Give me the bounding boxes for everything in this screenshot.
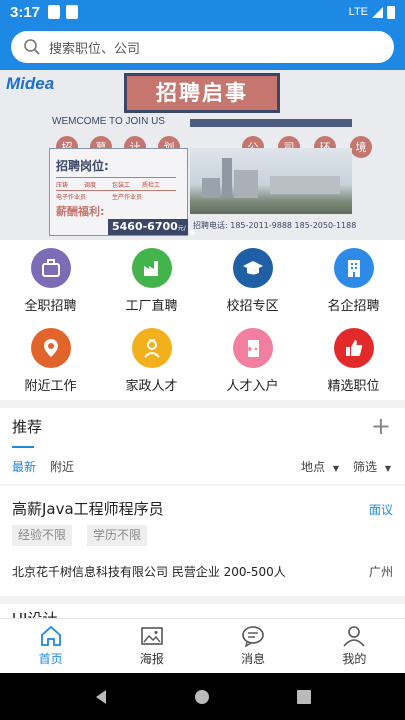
tab-latest[interactable]: 最新	[12, 458, 36, 475]
job-city: 广州	[368, 565, 393, 579]
network-type: LTE	[348, 6, 368, 18]
nav-home[interactable]: 首页	[0, 619, 101, 673]
nav-label: 海报	[139, 652, 164, 666]
category-top-company[interactable]: 名企招聘	[303, 240, 404, 320]
status-time: 3:17	[10, 3, 41, 21]
search-bar: 搜索职位、公司	[0, 24, 405, 70]
category-talent-registration[interactable]: 人才入户	[202, 320, 303, 400]
user-icon	[343, 626, 365, 647]
category-grid: 全职招聘 工厂直聘 校招专区 名企招聘 附近工作 家政人才 人才入户 精选职位	[0, 240, 405, 400]
door-icon	[232, 328, 273, 368]
position-tag: 电子作业员	[56, 194, 87, 201]
home-icon	[40, 625, 61, 646]
position-tag: 压铸	[56, 182, 69, 189]
category-label: 人才入户	[226, 379, 279, 394]
category-factory[interactable]: 工厂直聘	[101, 240, 202, 320]
chevron-down-icon: ▼	[384, 464, 391, 473]
thumbs-up-icon	[333, 328, 374, 368]
category-label: 名企招聘	[327, 299, 380, 314]
category-label: 工厂直聘	[125, 299, 178, 314]
nurse-icon	[131, 328, 172, 368]
category-full-time[interactable]: 全职招聘	[0, 240, 101, 320]
recruitment-banner[interactable]: Midea 招聘启事 WEMCOME TO JOIN US 招 募 计 划 公 …	[0, 70, 405, 240]
category-label: 家政人才	[125, 379, 178, 394]
search-icon	[24, 39, 40, 55]
system-nav-bar	[0, 673, 405, 720]
company-info: 北京花千树信息科技有限公司 民营企业 200-500人	[12, 565, 286, 579]
nav-label: 消息	[241, 652, 266, 666]
building-icon	[333, 248, 374, 288]
screen-filter-label: 筛选	[353, 460, 378, 474]
add-icon[interactable]: +	[371, 412, 391, 440]
category-label: 精选职位	[327, 379, 380, 394]
company-char: 境	[350, 136, 372, 158]
category-label: 附近工作	[24, 379, 77, 394]
graduation-cap-icon	[232, 248, 273, 288]
section-title: 推荐	[12, 418, 43, 436]
recommend-section: 推荐 + 最新 附近 地点 ▼ 筛选 ▼	[0, 408, 405, 484]
recents-icon[interactable]	[296, 689, 312, 705]
position-tag: 包装工	[112, 182, 131, 189]
job-tag: 经验不限	[12, 525, 73, 546]
nav-label: 首页	[38, 652, 63, 666]
position-tag: 生产作业员	[112, 194, 143, 201]
nav-label: 我的	[342, 652, 367, 666]
search-input[interactable]: 搜索职位、公司	[11, 31, 394, 63]
benefits-title: 薪酬福利:	[56, 205, 105, 218]
banner-welcome: WEMCOME TO JOIN US	[52, 116, 165, 127]
location-filter[interactable]: 地点 ▼	[301, 458, 339, 475]
next-job-title: UI设计	[12, 608, 57, 618]
signal-icon	[372, 6, 383, 18]
message-icon	[242, 626, 264, 647]
positions-panel: 招聘岗位: 压铸 调度 包装工 质检工 电子作业员 生产作业员 薪酬福利: 54…	[49, 148, 188, 236]
chevron-down-icon: ▼	[332, 464, 339, 473]
job-salary: 面议	[368, 503, 393, 517]
company-photo	[190, 148, 352, 214]
location-pin-icon	[30, 328, 71, 368]
category-label: 校招专区	[226, 299, 279, 314]
banner-phone: 招聘电话: 185-2011-9888 185-2050-1188	[193, 221, 357, 230]
category-label: 全职招聘	[24, 299, 77, 314]
job-tag: 学历不限	[87, 525, 148, 546]
factory-icon	[131, 248, 172, 288]
back-icon[interactable]	[93, 689, 109, 705]
status-bar: 3:17 LTE	[0, 0, 405, 24]
next-job-card[interactable]: UI设计	[0, 604, 405, 618]
briefcase-icon	[30, 248, 71, 288]
banner-divider	[190, 119, 352, 127]
category-housekeeping[interactable]: 家政人才	[101, 320, 202, 400]
nav-poster[interactable]: 海报	[101, 619, 202, 673]
panel-line	[56, 190, 176, 191]
category-nearby[interactable]: 附近工作	[0, 320, 101, 400]
salary-range: 5460-6700元/月	[108, 219, 188, 235]
nav-profile[interactable]: 我的	[304, 619, 405, 673]
image-icon	[141, 627, 163, 645]
search-placeholder: 搜索职位、公司	[49, 41, 141, 57]
battery-icon	[387, 5, 395, 19]
carousel-indicator	[190, 230, 195, 235]
section-underline	[12, 446, 34, 448]
category-campus[interactable]: 校招专区	[202, 240, 303, 320]
tab-nearby[interactable]: 附近	[50, 458, 74, 475]
position-tag: 质检工	[142, 182, 161, 189]
job-title: 高薪Java工程师程序员	[12, 500, 164, 518]
banner-title: 招聘启事	[124, 73, 280, 113]
category-featured[interactable]: 精选职位	[303, 320, 404, 400]
app-notification-icon	[48, 5, 61, 19]
positions-title: 招聘岗位:	[56, 159, 109, 173]
home-button-icon[interactable]	[194, 689, 210, 705]
nav-messages[interactable]: 消息	[203, 619, 304, 673]
sd-card-icon	[66, 5, 79, 19]
position-tag: 调度	[84, 182, 97, 189]
midea-logo: Midea	[6, 74, 55, 93]
job-card[interactable]: 高薪Java工程师程序员 面议 经验不限 学历不限 北京花千树信息科技有限公司 …	[0, 486, 405, 596]
screen-filter[interactable]: 筛选 ▼	[353, 458, 391, 475]
bottom-nav: 首页 海报 消息 我的	[0, 618, 405, 673]
location-filter-label: 地点	[301, 460, 326, 474]
panel-line	[56, 177, 176, 178]
